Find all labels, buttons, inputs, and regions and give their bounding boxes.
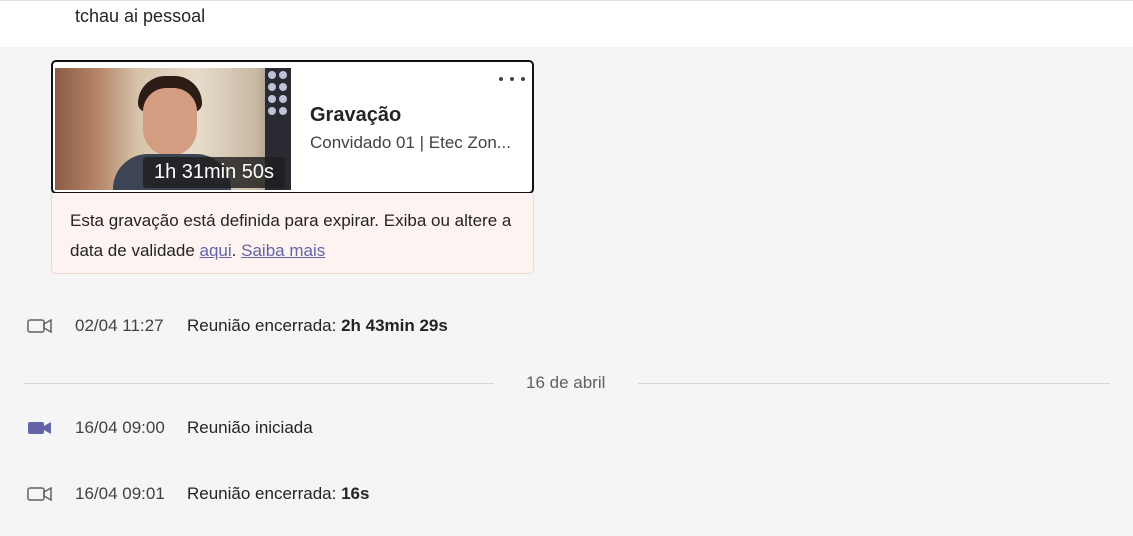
chat-message[interactable]: tchau ai pessoal	[0, 0, 1133, 47]
recording-section: 1h 31min 50s Gravação Convidado 01 | Ete…	[0, 47, 1133, 286]
event-description: Reunião iniciada	[187, 418, 313, 437]
recording-duration: 1h 31min 50s	[143, 157, 285, 188]
expiry-link-here[interactable]: aqui	[200, 241, 232, 260]
learn-more-link[interactable]: Saiba mais	[241, 241, 325, 260]
event-time: 16/04 09:01	[75, 484, 165, 503]
expiry-notice: Esta gravação está definida para expirar…	[51, 193, 534, 274]
event-description: Reunião encerrada: 2h 43min 29s	[187, 316, 448, 335]
date-separator-label: 16 de abril	[526, 373, 606, 392]
event-time: 02/04 11:27	[75, 316, 164, 335]
recording-subtitle: Convidado 01 | Etec Zon...	[310, 133, 511, 152]
event-row: 02/04 11:27 Reunião encerrada: 2h 43min …	[0, 312, 1133, 340]
more-options-icon[interactable]	[499, 70, 525, 88]
event-row: 16/04 09:01 Reunião encerrada: 16s	[0, 480, 1133, 508]
video-outline-icon	[27, 318, 52, 334]
event-description: Reunião encerrada: 16s	[187, 484, 370, 503]
message-text: tchau ai pessoal	[75, 6, 206, 26]
video-filled-icon	[28, 422, 51, 434]
video-outline-icon	[27, 486, 52, 502]
event-row: 16/04 09:00 Reunião iniciada	[0, 414, 1133, 442]
recording-title: Gravação	[310, 104, 402, 126]
recording-thumbnail[interactable]: 1h 31min 50s	[55, 68, 291, 190]
recording-card[interactable]: 1h 31min 50s Gravação Convidado 01 | Ete…	[51, 60, 534, 194]
date-separator: 16 de abril	[24, 372, 1110, 394]
event-time: 16/04 09:00	[75, 418, 165, 437]
